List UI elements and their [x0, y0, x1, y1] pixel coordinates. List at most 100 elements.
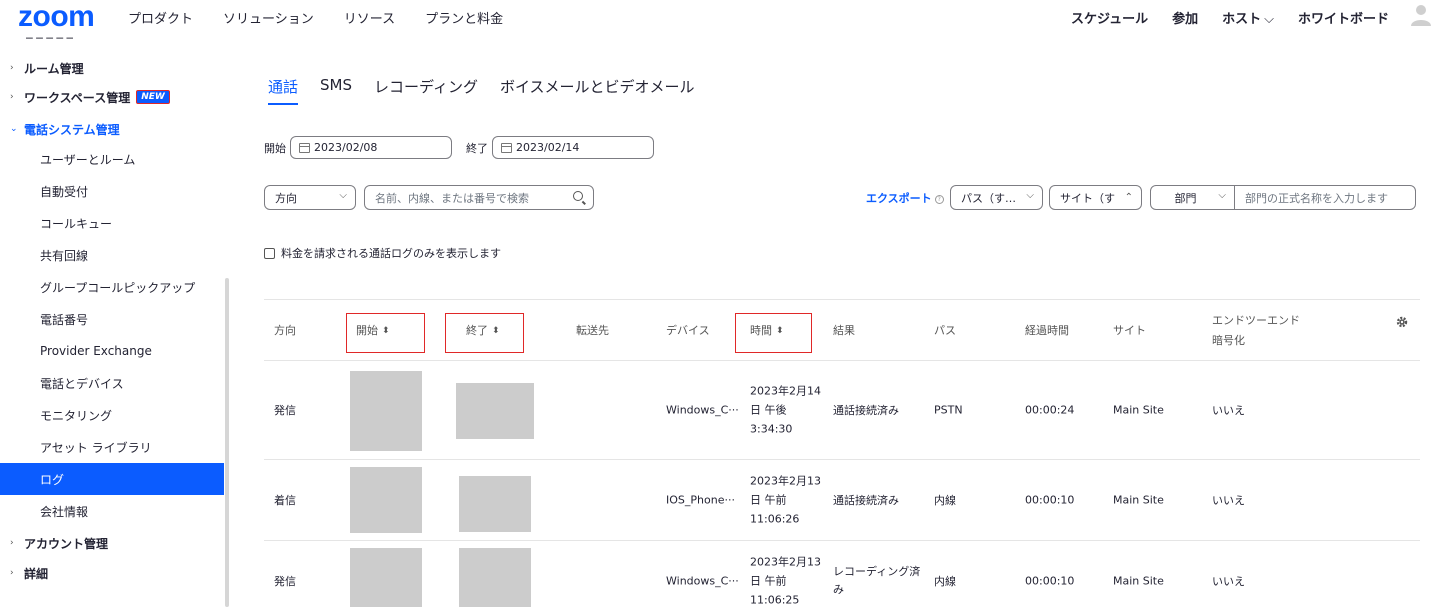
billable-filter[interactable]: 料金を請求される通話ログのみを表示します — [264, 245, 501, 261]
table-row[interactable]: 発信 Windows_C··· 2023年2月13 日 午前 11:06:25 … — [264, 541, 1420, 607]
redacted-start — [350, 467, 422, 533]
sidebar-item-phones-devices[interactable]: 電話とデバイス — [0, 367, 224, 399]
direction-select[interactable]: 方向 ⌵ — [264, 185, 356, 210]
cell-e2e: いいえ — [1212, 494, 1245, 507]
end-date-label: 終了 — [466, 141, 488, 155]
avatar-icon[interactable] — [1409, 2, 1433, 26]
direction-select-value: 方向 — [275, 191, 297, 205]
chevron-right-icon: › — [10, 63, 14, 73]
sidebar-partial-item: ─ ─ ─ ─ ─ — [26, 32, 74, 40]
path-select[interactable]: パス（す… ⌵ — [950, 185, 1043, 210]
sidebar-item-logs[interactable]: ログ — [0, 463, 224, 495]
table-header: 方向 開始 ⬍ 終了 ⬍ 転送先 デバイス 時間 ⬍ 結果 パス 経過時間 サイト エ… — [264, 299, 1420, 361]
cell-time-line2: 日 午後 — [750, 403, 787, 417]
sidebar-item-shared-lines[interactable]: 共有回線 — [0, 239, 224, 271]
col-direction: 方向 — [274, 324, 296, 337]
sidebar-scrollbar[interactable] — [225, 278, 229, 607]
cell-duration: 00:00:10 — [1025, 493, 1075, 507]
cell-time-line3: 11:06:26 — [750, 512, 800, 526]
start-date-label: 開始 — [264, 141, 286, 155]
tab-calls[interactable]: 通話 — [268, 76, 299, 105]
nav-solutions[interactable]: ソリューション — [223, 8, 314, 27]
sidebar-item-monitoring[interactable]: モニタリング — [0, 399, 224, 431]
sidebar-item-provider-exchange[interactable]: Provider Exchange — [0, 335, 224, 367]
tab-sms[interactable]: SMS — [320, 76, 352, 105]
sidebar-item-users-rooms[interactable]: ユーザーとルーム — [0, 143, 224, 175]
chevron-down-icon: ⌵ — [1026, 190, 1034, 201]
table-row[interactable]: 発信 Windows_C··· 2023年2月14 日 午後 3:34:30 通… — [264, 361, 1420, 460]
cell-device: IOS_Phone··· — [666, 493, 735, 507]
sidebar-item-label: ルーム管理 — [24, 61, 84, 76]
nav-products[interactable]: プロダクト — [128, 8, 193, 27]
chevron-right-icon: › — [10, 538, 14, 548]
nav-host-label: ホスト — [1222, 12, 1262, 27]
zoom-logo[interactable]: zoom — [18, 2, 95, 32]
sidebar-item-label: グループコールピックアップ — [40, 280, 196, 295]
nav-schedule[interactable]: スケジュール — [1071, 8, 1148, 27]
chevron-down-icon: ⌵ — [1218, 190, 1226, 201]
tab-recordings[interactable]: レコーディング — [374, 76, 478, 105]
col-path: パス — [934, 324, 956, 337]
sidebar-item-asset-library[interactable]: アセット ライブラリ — [0, 431, 224, 463]
path-select-value: パス（す… — [961, 191, 1016, 205]
search-input[interactable]: 名前、内線、または番号で検索 — [364, 185, 594, 210]
sidebar-item-phone-system[interactable]: ⌄ 電話システム管理 — [0, 113, 224, 145]
cell-device: Windows_C··· — [666, 574, 739, 588]
chevron-down-icon: ⌄ — [10, 124, 18, 134]
cell-time-line3: 11:06:25 — [750, 593, 800, 607]
sidebar-item-label: ログ — [40, 472, 65, 487]
sidebar-item-workspace-management[interactable]: › ワークスペース管理 NEW — [0, 81, 224, 113]
site-select[interactable]: サイト（す ⌃ — [1049, 185, 1142, 210]
tab-voicemail[interactable]: ボイスメールとビデオメール — [500, 76, 695, 105]
col-forward: 転送先 — [576, 324, 609, 337]
nav-whiteboard[interactable]: ホワイトボード — [1298, 8, 1389, 27]
redacted-end — [459, 548, 531, 607]
cell-site: Main Site — [1113, 493, 1164, 507]
nav-resources[interactable]: リソース — [344, 8, 395, 27]
sidebar-item-account-management[interactable]: › アカウント管理 — [0, 527, 224, 559]
cell-time: 2023年2月13 日 午前 11:06:26 — [750, 472, 821, 529]
cell-result-line2: み — [833, 583, 844, 596]
billable-checkbox[interactable] — [264, 247, 275, 259]
cell-result: 通話接続済み — [833, 404, 899, 417]
cell-time-line1: 2023年2月13 — [750, 474, 821, 488]
sidebar: ─ ─ ─ ─ ─ › ルーム管理 › ワークスペース管理 NEW ⌄ 電話シス… — [0, 32, 229, 607]
nav-join[interactable]: 参加 — [1172, 8, 1198, 27]
sidebar-item-label: 電話番号 — [40, 312, 89, 327]
cell-time: 2023年2月13 日 午前 11:06:25 — [750, 553, 821, 607]
sidebar-item-label: 自動受付 — [40, 184, 89, 199]
sidebar-item-room-management[interactable]: › ルーム管理 — [0, 52, 224, 84]
start-date-picker[interactable]: 2023/02/08 — [290, 136, 452, 159]
new-badge: NEW — [136, 90, 170, 104]
chevron-right-icon: › — [10, 568, 14, 578]
col-e2e-line2: 暗号化 — [1212, 334, 1245, 347]
sidebar-item-company-info[interactable]: 会社情報 — [0, 495, 224, 527]
cell-result: 通話接続済み — [833, 494, 899, 507]
department-input[interactable]: 部門の正式名称を入力します — [1235, 190, 1388, 206]
cell-time-line2: 日 午前 — [750, 574, 787, 588]
sidebar-item-label: 電話システム管理 — [24, 122, 120, 137]
sidebar-item-phone-numbers[interactable]: 電話番号 — [0, 303, 224, 335]
calendar-icon — [501, 142, 512, 153]
export-link[interactable]: エクスポート? — [866, 190, 944, 206]
sidebar-item-advanced[interactable]: › 詳細 — [0, 557, 224, 589]
cell-time-line2: 日 午前 — [750, 493, 787, 507]
nav-host[interactable]: ホスト ⌵ — [1222, 8, 1274, 27]
cell-device: Windows_C··· — [666, 403, 739, 417]
sidebar-item-call-queue[interactable]: コールキュー — [0, 207, 224, 239]
sidebar-item-auto-receptionist[interactable]: 自動受付 — [0, 175, 224, 207]
table-row[interactable]: 着信 IOS_Phone··· 2023年2月13 日 午前 11:06:26 … — [264, 460, 1420, 541]
col-result: 結果 — [833, 324, 855, 337]
highlight-box-end — [445, 313, 524, 353]
cell-time-line1: 2023年2月13 — [750, 555, 821, 569]
department-select[interactable]: 部門 ⌵ — [1151, 186, 1235, 209]
redacted-start — [350, 371, 422, 451]
gear-icon[interactable] — [1396, 316, 1408, 328]
help-icon[interactable]: ? — [934, 194, 944, 204]
cell-site: Main Site — [1113, 574, 1164, 588]
start-date-value: 2023/02/08 — [314, 141, 378, 154]
sidebar-item-label: アセット ライブラリ — [40, 440, 152, 455]
sidebar-item-group-call-pickup[interactable]: グループコールピックアップ — [0, 271, 224, 303]
end-date-picker[interactable]: 2023/02/14 — [492, 136, 654, 159]
nav-pricing[interactable]: プランと料金 — [425, 8, 503, 27]
